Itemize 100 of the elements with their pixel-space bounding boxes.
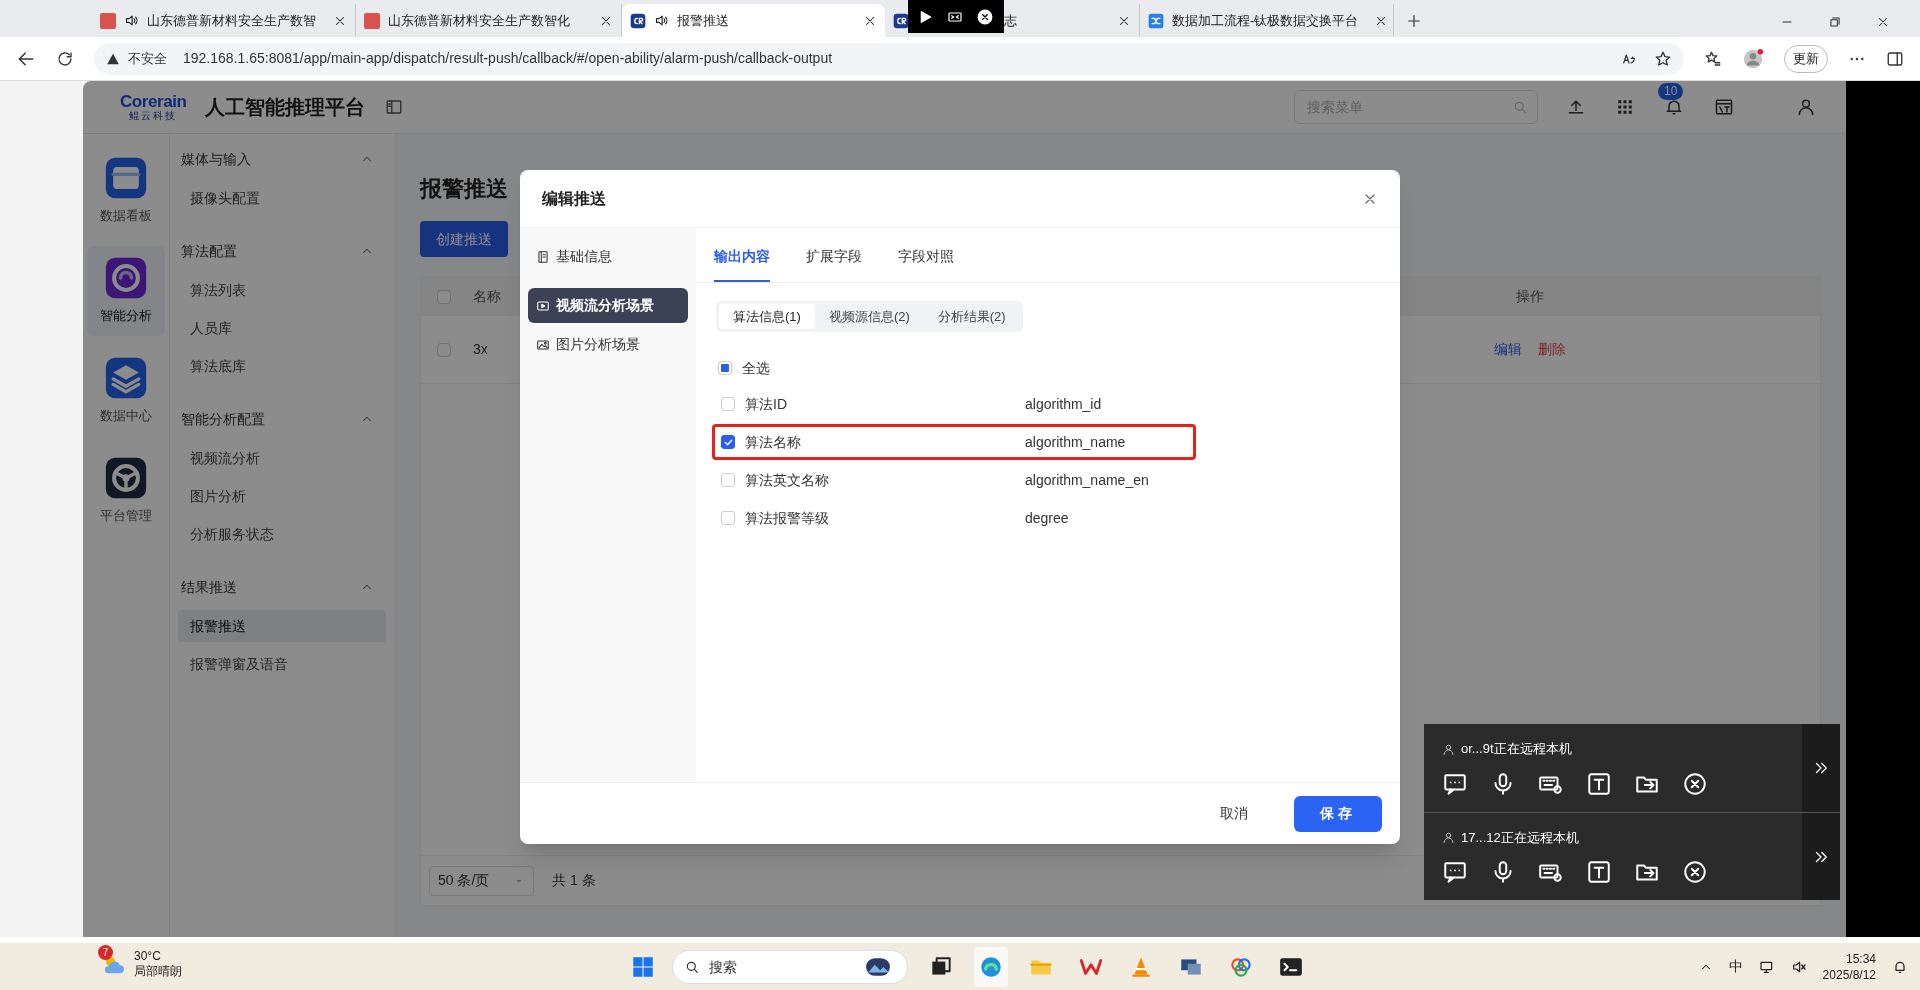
close-icon[interactable] xyxy=(976,7,994,26)
menu-item[interactable]: 报警弹窗及语音 xyxy=(178,648,386,680)
translate-icon[interactable] xyxy=(1714,97,1734,117)
sidebar-toggle-icon[interactable] xyxy=(384,98,403,116)
restore-icon[interactable] xyxy=(1828,15,1842,29)
user-icon[interactable] xyxy=(1796,97,1816,117)
save-button[interactable]: 保存 xyxy=(1294,795,1382,832)
menu-item[interactable]: 摄像头配置 xyxy=(178,182,386,214)
menu-item[interactable]: 图片分析 xyxy=(178,480,386,512)
create-push-button[interactable]: 创建推送 xyxy=(420,221,508,257)
input-method-indicator[interactable]: 中 xyxy=(1728,956,1743,977)
segment-tab[interactable]: 分析结果(2) xyxy=(923,304,1020,329)
logo-name: Corerain xyxy=(120,93,187,110)
dialog-nav-item[interactable]: 图片分析场景 xyxy=(528,327,688,362)
session-label: or...9t正在远程本机 xyxy=(1461,740,1572,759)
menu-group-header[interactable]: 媒体与输入 xyxy=(178,142,386,176)
delete-link[interactable]: 删除 xyxy=(1538,339,1566,360)
app-title: 人工智能推理平台 xyxy=(204,95,365,120)
rail-item[interactable]: 平台管理 xyxy=(87,446,165,536)
dialog-nav-item[interactable]: 基础信息 xyxy=(528,239,688,274)
nav-label: 基础信息 xyxy=(556,247,612,266)
search-icon xyxy=(1512,99,1528,115)
swirl-icon xyxy=(104,256,148,301)
field-key: degree xyxy=(1025,507,1069,529)
field-key: algorithm_name xyxy=(1025,431,1126,453)
text-icon[interactable] xyxy=(1586,770,1612,797)
logo-subtitle: 鲲云科技 xyxy=(129,111,178,121)
menu-group-header[interactable]: 算法配置 xyxy=(178,234,386,268)
menu-item[interactable]: 视频流分析 xyxy=(178,442,386,474)
menu-group-title: 算法配置 xyxy=(181,241,237,261)
menu-item[interactable]: 报警推送 xyxy=(178,610,386,642)
rail-item[interactable]: 数据中心 xyxy=(87,346,165,436)
favicon-icon xyxy=(630,12,646,29)
close-icon[interactable] xyxy=(1682,859,1708,886)
clock-date: 2025/8/12 xyxy=(1822,966,1876,983)
menu-group-header[interactable]: 结果推送 xyxy=(178,570,386,604)
browser-tab[interactable]: 报警推送 xyxy=(622,4,885,37)
rail-item[interactable]: 智能分析 xyxy=(87,246,165,336)
edit-link[interactable]: 编辑 xyxy=(1494,339,1522,360)
rail-item[interactable]: 数据看板 xyxy=(87,146,165,236)
clock-time: 15:34 xyxy=(1845,950,1876,967)
table-cell-text: 3x xyxy=(473,340,488,359)
column-header: 名称 xyxy=(473,287,501,306)
tab-label: 志 xyxy=(1004,11,1017,30)
sidebar-icon[interactable] xyxy=(1886,49,1904,68)
rail-label: 数据中心 xyxy=(100,407,152,426)
close-icon[interactable] xyxy=(1876,15,1890,29)
checkbox[interactable] xyxy=(721,435,735,449)
favorite-icon[interactable] xyxy=(1654,49,1672,68)
profile-icon[interactable] xyxy=(1742,47,1764,70)
chat-icon[interactable] xyxy=(1442,859,1468,886)
dialog-tab[interactable]: 扩展字段 xyxy=(806,246,862,282)
layers-icon xyxy=(104,356,148,401)
document-icon xyxy=(536,249,550,264)
checkbox-label: 算法英文名称 xyxy=(745,470,830,490)
favicon-icon xyxy=(364,12,380,29)
clock[interactable]: 15:34 2025/8/12 xyxy=(1822,950,1876,983)
reload-icon[interactable] xyxy=(56,49,74,68)
session-label: 17...12正在远程本机 xyxy=(1461,828,1579,847)
menu-item[interactable]: 算法列表 xyxy=(178,274,386,306)
segment-tab[interactable]: 视频源信息(2) xyxy=(814,304,924,329)
favicon-icon xyxy=(1148,12,1164,29)
dialog-title: 编辑推送 xyxy=(542,188,606,209)
cancel-button[interactable]: 取消 xyxy=(1204,795,1264,832)
temperature: 30°C xyxy=(134,949,162,964)
menu-group-title: 智能分析配置 xyxy=(181,409,265,429)
menu-item[interactable]: 人员库 xyxy=(178,312,386,344)
close-icon[interactable] xyxy=(1682,770,1708,797)
tab-label: 数据加工流程-钛极数据交换平台 xyxy=(1172,11,1359,30)
new-tab-icon[interactable] xyxy=(1406,13,1422,29)
apps-grid-icon[interactable] xyxy=(1616,98,1634,116)
segment-tab[interactable]: 算法信息(1) xyxy=(719,304,815,329)
menu-item[interactable]: 算法底库 xyxy=(178,350,386,382)
favorites-icon[interactable] xyxy=(1704,49,1722,68)
dialog-tab[interactable]: 输出内容 xyxy=(714,246,770,282)
page-size-select[interactable]: 50 条/页 xyxy=(429,865,534,896)
taskbar-search-field[interactable]: 搜索 xyxy=(672,949,908,984)
menu-group-header[interactable]: 智能分析配置 xyxy=(178,402,386,436)
favicon-icon xyxy=(893,12,909,29)
checkbox-label: 算法报警等级 xyxy=(745,508,830,528)
rail-label: 数据看板 xyxy=(100,207,152,226)
favicon-icon xyxy=(100,12,116,29)
menu-item[interactable]: 分析服务状态 xyxy=(178,518,386,550)
rail-label: 智能分析 xyxy=(100,307,152,326)
dialog-nav-item[interactable]: 视频流分析场景 xyxy=(528,288,688,323)
user-icon xyxy=(1442,742,1455,756)
user-icon xyxy=(1442,831,1455,844)
gear-icon xyxy=(104,456,148,501)
weather-description: 局部晴朗 xyxy=(134,964,182,979)
text-icon[interactable] xyxy=(1586,859,1612,886)
checkbox-label: 算法名称 xyxy=(745,432,802,452)
menu-group-title: 结果推送 xyxy=(181,577,237,597)
alert-badge: 7 xyxy=(98,945,113,960)
checkbox-label: 算法ID xyxy=(745,394,788,414)
address-field[interactable]: 不安全 192.168.1.65:8081/app/main-app/dispatch/result-push/callback/#/open-ability/alarm-push/callback-output xyxy=(94,42,1684,75)
url-text: 192.168.1.65:8081/app/main-app/dispatch/result-push/callback/#/open-ability/alarm-push/callback-output xyxy=(183,49,833,68)
dialog-tab[interactable]: 字段对照 xyxy=(898,246,954,282)
tab-label: 山东德普新材料安全生产数智 xyxy=(147,11,316,30)
video-icon xyxy=(536,298,550,313)
menu-group-title: 媒体与输入 xyxy=(181,149,251,169)
